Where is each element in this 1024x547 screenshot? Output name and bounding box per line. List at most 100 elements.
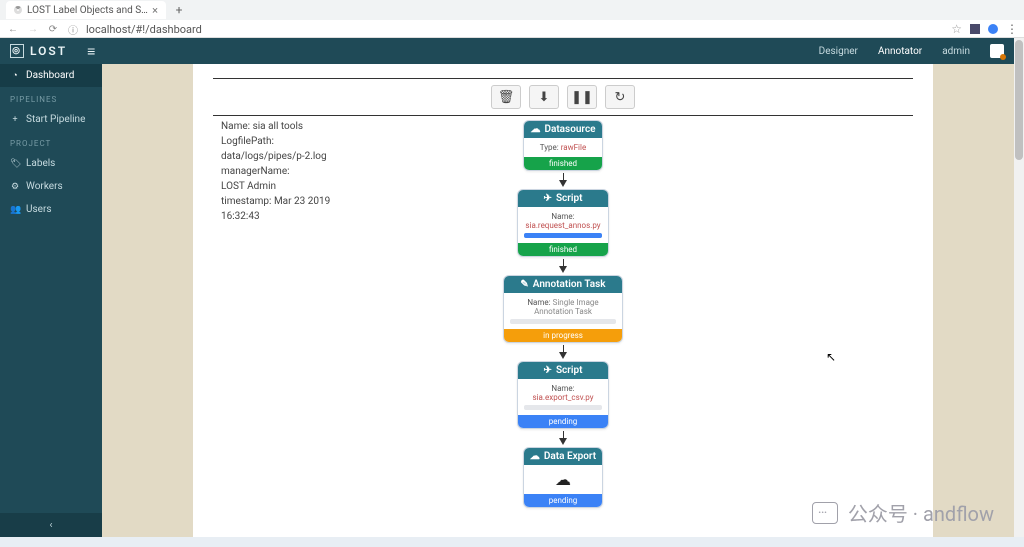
- arrow-down-icon: [559, 438, 567, 445]
- sidebar-item-dashboard[interactable]: ◔ Dashboard: [0, 64, 102, 87]
- nav-annotator[interactable]: Annotator: [878, 46, 922, 57]
- brand-logo-icon: ◎: [10, 44, 24, 58]
- type-label: Type:: [540, 143, 559, 152]
- divider: [213, 78, 913, 79]
- meta-log-value: data/logs/pipes/p-2.log: [221, 151, 327, 162]
- status-badge: finished: [524, 157, 602, 170]
- status-badge: finished: [518, 243, 608, 256]
- chevron-left-icon: ‹: [49, 520, 52, 531]
- page-content: 🗑 ⬇ ❚❚ ↻ Name: sia all tools LogfilePath…: [102, 64, 1024, 537]
- cloud-icon: ☁: [530, 124, 540, 135]
- divider: [213, 115, 913, 116]
- pause-icon: ❚❚: [571, 90, 593, 105]
- menu-icon[interactable]: ⋮: [1006, 22, 1018, 36]
- info-icon[interactable]: ⓘ: [66, 22, 80, 37]
- sidebar-item-start-pipeline[interactable]: + Start Pipeline: [0, 108, 102, 131]
- node-title: Annotation Task: [533, 279, 606, 290]
- scrollbar[interactable]: [1014, 38, 1024, 537]
- sidebar-collapse-button[interactable]: ‹: [0, 513, 102, 537]
- type-value: rawFile: [561, 143, 586, 152]
- sidebar-label: Dashboard: [26, 70, 74, 81]
- node-title: Script: [556, 193, 583, 204]
- brand[interactable]: ◎ LOST: [10, 44, 67, 58]
- cloud-download-icon: ☁: [555, 470, 571, 489]
- browser-tab[interactable]: LOST Label Objects and S… ×: [6, 1, 166, 19]
- rocket-icon: ✈: [544, 365, 552, 376]
- progress-bar: [524, 405, 602, 410]
- download-button[interactable]: ⬇: [529, 85, 559, 109]
- meta-mgr-label: managerName:: [221, 166, 290, 177]
- tag-icon: 🏷: [10, 159, 20, 169]
- gauge-icon: ◔: [10, 70, 20, 81]
- forward-icon: →: [26, 24, 40, 35]
- node-script-2[interactable]: ✈ Script Name: sia.export_csv.py pending: [517, 361, 609, 429]
- new-tab-button[interactable]: +: [170, 1, 188, 19]
- brand-text: LOST: [30, 44, 67, 58]
- reload-icon[interactable]: ⟳: [46, 24, 60, 35]
- delete-button[interactable]: 🗑: [491, 85, 521, 109]
- extension-icon[interactable]: [970, 24, 980, 34]
- plus-icon: +: [10, 115, 20, 125]
- arrow-down-icon: [559, 352, 567, 359]
- users-icon: 👥: [10, 205, 20, 215]
- tab-favicon: [14, 6, 22, 14]
- tab-close-icon[interactable]: ×: [152, 4, 158, 17]
- refresh-button[interactable]: ↻: [605, 85, 635, 109]
- arrow-down-icon: [559, 180, 567, 187]
- meta-name-value: sia all tools: [253, 121, 303, 132]
- pipeline-canvas: 🗑 ⬇ ❚❚ ↻ Name: sia all tools LogfilePath…: [193, 64, 933, 537]
- address-bar[interactable]: localhost/#!/dashboard: [86, 23, 202, 36]
- sidebar-item-labels[interactable]: 🏷 Labels: [0, 152, 102, 175]
- tab-title: LOST Label Objects and S…: [27, 5, 148, 16]
- name-label: Name:: [551, 212, 574, 221]
- meta-mgr-value: LOST Admin: [221, 181, 276, 192]
- app-topbar: ◎ LOST ≡ Designer Annotator admin: [0, 38, 1014, 64]
- node-title: Data Export: [544, 451, 596, 462]
- name-label: Name:: [551, 384, 574, 393]
- meta-name-label: Name:: [221, 121, 250, 132]
- redo-icon: ↻: [615, 90, 626, 105]
- cloud-icon: ☁: [530, 451, 540, 462]
- avatar-icon[interactable]: [990, 44, 1004, 58]
- status-badge: pending: [524, 494, 602, 507]
- name-value: sia.request_annos.py: [525, 221, 600, 230]
- sidebar: ◔ Dashboard PIPELINES + Start Pipeline P…: [0, 38, 102, 537]
- nav-designer[interactable]: Designer: [819, 46, 858, 57]
- node-datasource[interactable]: ☁ Datasource Type: rawFile finished: [523, 120, 603, 171]
- node-script-1[interactable]: ✈ Script Name: sia.request_annos.py finis…: [517, 189, 609, 257]
- sidebar-item-users[interactable]: 👥 Users: [0, 198, 102, 221]
- download-icon: ⬇: [539, 90, 550, 105]
- workers-icon: ⚙: [10, 182, 20, 192]
- meta-log-label: LogfilePath:: [221, 136, 274, 147]
- arrow-down-icon: [559, 266, 567, 273]
- pipeline-meta: Name: sia all tools LogfilePath: data/lo…: [221, 119, 341, 224]
- pipeline-toolbar: 🗑 ⬇ ❚❚ ↻: [213, 85, 913, 109]
- hamburger-icon[interactable]: ≡: [87, 43, 95, 60]
- browser-chrome: LOST Label Objects and S… × + ← → ⟳ ⓘ lo…: [0, 0, 1024, 38]
- node-title: Script: [556, 365, 583, 376]
- pencil-icon: ✎: [520, 279, 528, 290]
- sidebar-label: Start Pipeline: [26, 114, 85, 125]
- sidebar-label: Labels: [26, 158, 55, 169]
- node-data-export[interactable]: ☁ Data Export ☁ pending: [523, 447, 603, 508]
- name-value: sia.export_csv.py: [532, 393, 593, 402]
- rocket-icon: ✈: [544, 193, 552, 204]
- sidebar-item-workers[interactable]: ⚙ Workers: [0, 175, 102, 198]
- status-badge: in progress: [504, 329, 622, 342]
- progress-bar: [524, 233, 602, 238]
- node-annotation-task[interactable]: ✎Annotation Task Name: Single Image Anno…: [503, 275, 623, 343]
- profile-icon[interactable]: [988, 24, 998, 34]
- node-title: Datasource: [544, 124, 595, 135]
- name-label: Name:: [527, 298, 550, 307]
- progress-bar: [510, 319, 616, 324]
- sidebar-section-project: PROJECT: [0, 131, 102, 152]
- pause-button[interactable]: ❚❚: [567, 85, 597, 109]
- nav-user[interactable]: admin: [942, 46, 970, 57]
- sidebar-label: Workers: [26, 181, 63, 192]
- back-icon[interactable]: ←: [6, 24, 20, 35]
- bookmark-icon[interactable]: ☆: [951, 22, 962, 36]
- status-badge: pending: [518, 415, 608, 428]
- meta-ts-label: timestamp:: [221, 196, 271, 207]
- sidebar-label: Users: [26, 204, 52, 215]
- scrollbar-thumb[interactable]: [1015, 40, 1023, 160]
